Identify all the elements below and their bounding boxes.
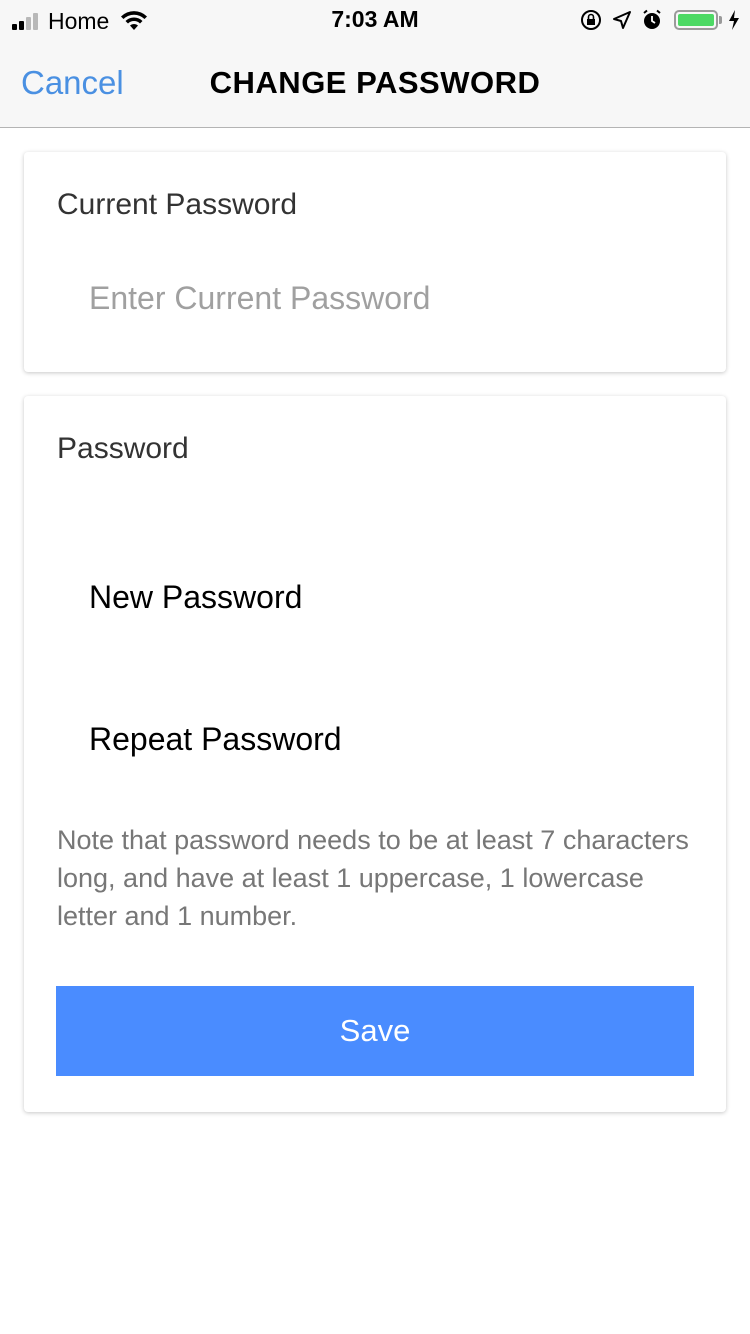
- repeat-password-input[interactable]: [89, 721, 689, 758]
- status-bar-right: [570, 7, 740, 33]
- password-requirements-note: Note that password needs to be at least …: [57, 825, 689, 931]
- password-section-label: Password: [57, 432, 189, 465]
- navigation-bar: Cancel CHANGE PASSWORD: [0, 40, 750, 128]
- charging-icon: [729, 10, 739, 30]
- rotation-lock-icon: [581, 10, 601, 30]
- battery-icon: [674, 10, 718, 30]
- page-title: CHANGE PASSWORD: [209, 65, 541, 100]
- alarm-icon: [643, 9, 661, 29]
- new-password-input[interactable]: [89, 579, 689, 616]
- battery-tip: [719, 16, 722, 24]
- current-password-label: Current Password: [57, 188, 298, 221]
- save-button[interactable]: Save: [56, 986, 694, 1076]
- change-password-screen: Home 7:03 AM Cancel CHANGE PASSWORD Curr…: [0, 0, 750, 1334]
- current-password-input[interactable]: [89, 280, 689, 317]
- current-password-card: Current Password: [24, 152, 726, 372]
- status-bar: Home 7:03 AM: [0, 0, 750, 40]
- new-password-card: Password Note that password needs to be …: [24, 396, 726, 1112]
- location-icon: [613, 11, 631, 29]
